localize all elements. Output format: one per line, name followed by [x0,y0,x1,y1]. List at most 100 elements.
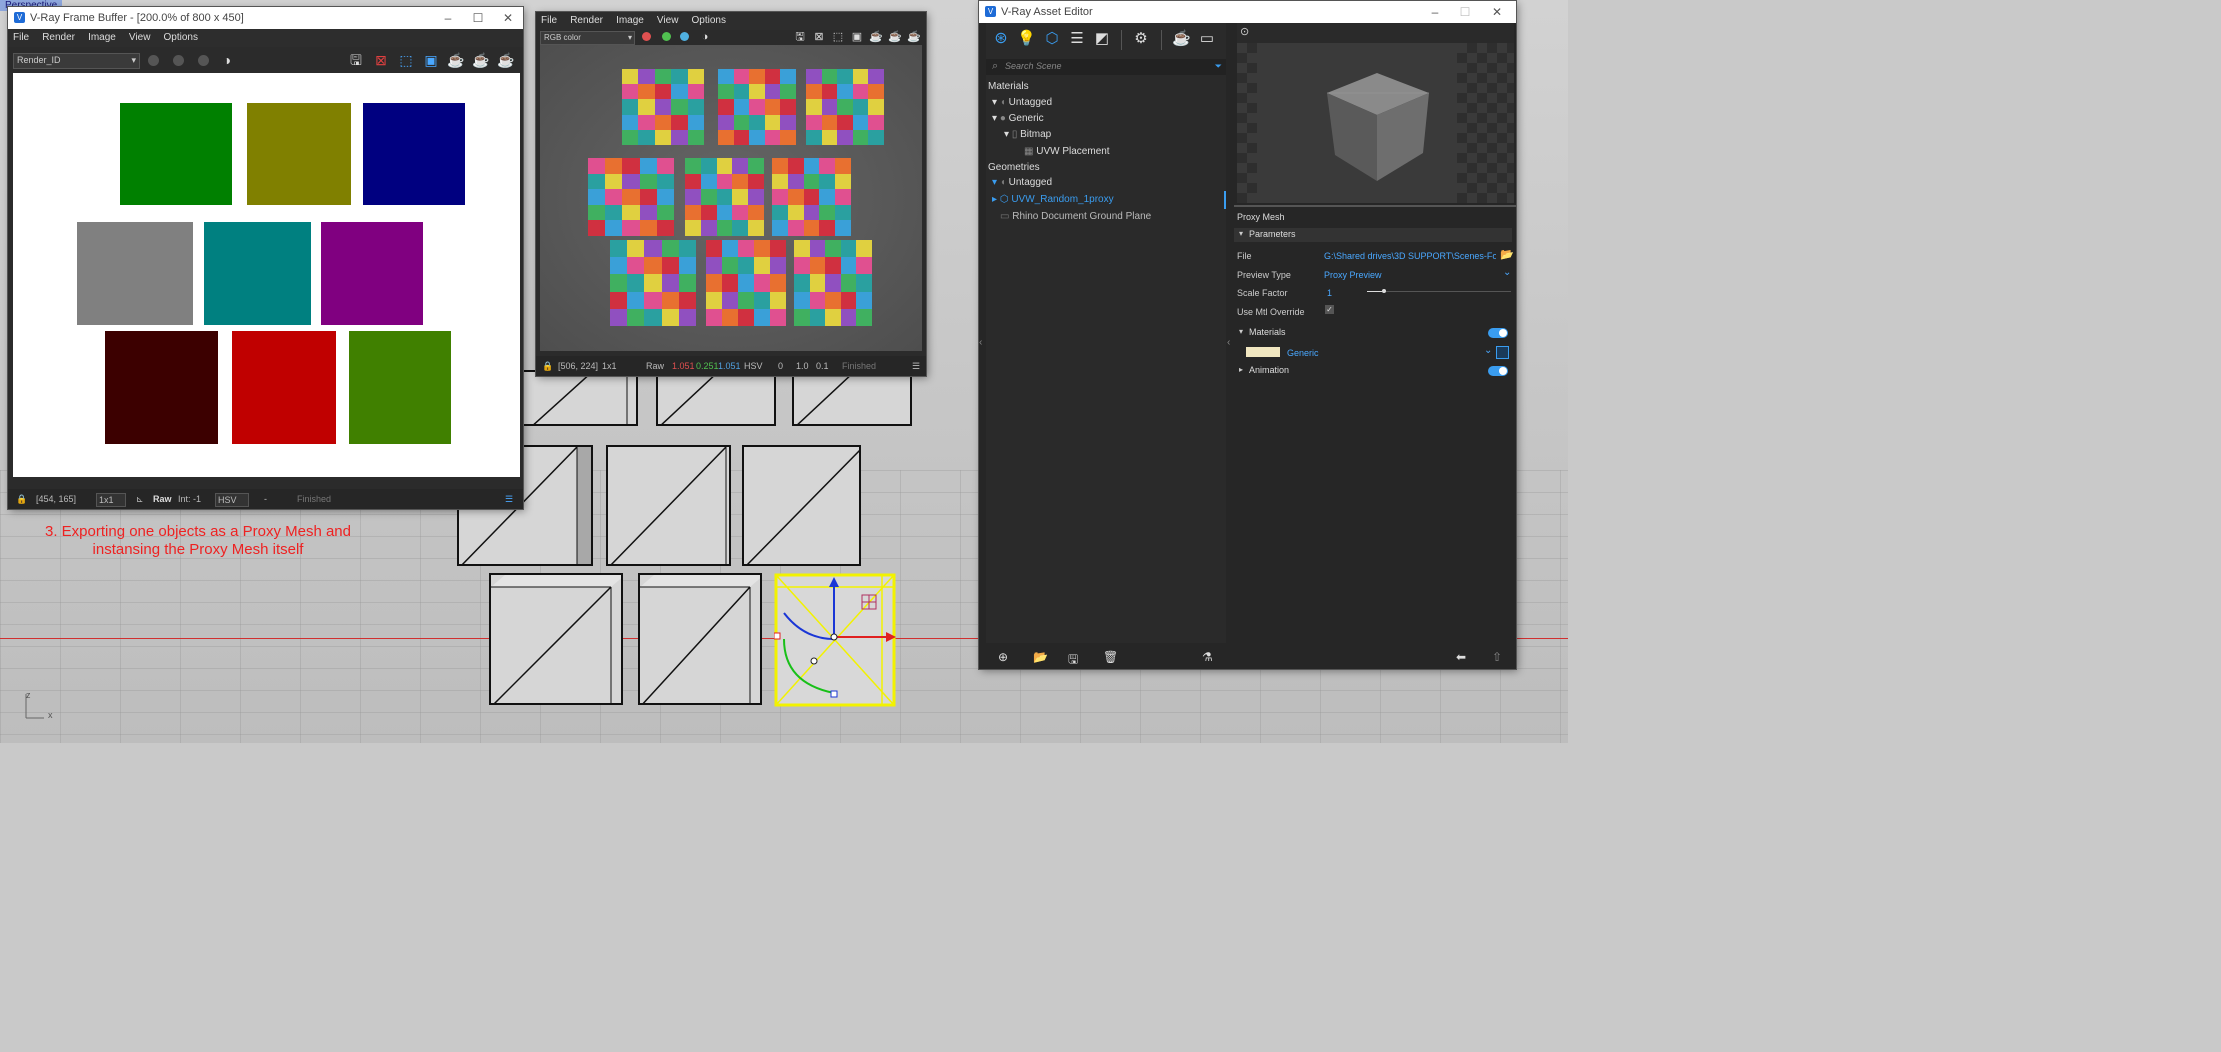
collapse-left-icon[interactable]: ‹ [979,337,986,351]
vfb1-scale-select[interactable]: 1x1 [96,493,126,507]
materials-category-icon[interactable]: ⊛ [992,30,1010,48]
viewport-cube[interactable] [638,573,762,705]
vfb-window-textured[interactable]: File Render Image View Options RGB color… [536,12,926,376]
alpha-channel-icon[interactable]: ◑ [218,51,236,69]
red-channel-icon[interactable] [642,32,651,41]
geometry-category-icon[interactable]: ⬡ [1043,30,1061,48]
material-color-swatch[interactable] [1246,347,1280,357]
tree-item-proxy-selected[interactable]: ▸ ⬡ UVW_Random_1proxy [992,192,1226,208]
search-bar[interactable]: ⌕ Search Scene ⏷ [986,59,1226,75]
vfb1-render-image[interactable] [13,73,520,477]
save-icon[interactable]: 🖫 [791,28,809,46]
caret-down-icon[interactable]: ▾ [992,177,997,188]
save-file-icon[interactable]: 🖫 [1068,650,1078,671]
render-icon[interactable]: ☕ [497,51,515,69]
stop-render-icon[interactable]: ☕ [472,51,490,69]
clean-icon[interactable]: ⚗ [1202,650,1213,664]
lock-icon[interactable]: 🔒 [542,356,553,376]
interactive-render-icon[interactable]: ☕ [447,51,465,69]
maximize-icon[interactable]: ☐ [463,7,493,29]
tree-item-untagged-geometries[interactable]: ▾ ◖ Untagged [992,175,1052,191]
material-slot-icon[interactable] [1496,346,1509,359]
scale-factor-slider[interactable] [1367,291,1511,292]
materials-toggle[interactable] [1488,328,1508,338]
alpha-channel-icon[interactable]: ◑ [696,28,714,46]
open-file-icon[interactable]: 📂 [1033,650,1048,664]
vfb1-menu-options[interactable]: Options [158,29,202,47]
asset-editor-titlebar[interactable]: V V-Ray Asset Editor – ☐ ✕ [979,1,1516,23]
render-icon[interactable]: ☕ [905,28,923,46]
vfb2-menu-image[interactable]: Image [611,12,649,30]
collapse-middle-icon[interactable]: ‹ [1227,337,1234,351]
caret-right-icon[interactable]: ▸ [992,194,997,205]
maximize-icon[interactable]: ☐ [1450,1,1480,23]
caret-down-icon[interactable]: ▾ [1239,229,1243,238]
vfb2-menu-file[interactable]: File [536,12,562,30]
viewport-cube[interactable] [520,370,638,426]
material-item-generic[interactable]: Generic [1287,348,1319,358]
materials-rollout[interactable]: ▾ Materials [1234,326,1512,340]
blue-channel-icon[interactable] [680,32,689,41]
region-icon[interactable]: ⬚ [829,28,847,46]
file-path-field[interactable]: G:\Shared drives\3D SUPPORT\Scenes-Foru.… [1324,251,1496,261]
preview-splitter[interactable] [1234,205,1516,207]
vfb1-channel-select[interactable]: Render_ID ▾ [13,53,140,69]
close-icon[interactable]: ✕ [493,7,523,29]
scale-factor-input[interactable]: 1 [1327,288,1332,298]
track-icon[interactable]: ▣ [422,51,440,69]
tree-item-ground-plane[interactable]: ▭ Rhino Document Ground Plane [1000,209,1151,225]
vfb2-menu-view[interactable]: View [652,12,684,30]
track-icon[interactable]: ▣ [848,28,866,46]
animation-rollout[interactable]: ▸ Animation [1234,364,1512,378]
tree-item-untagged-materials[interactable]: ▾ ◖ Untagged [992,95,1052,111]
viewport-cube[interactable] [656,370,776,426]
vfb1-titlebar[interactable]: V V-Ray Frame Buffer - [200.0% of 800 x … [8,7,523,29]
lock-icon[interactable]: 🔒 [16,489,27,509]
viewport-cube[interactable] [489,573,623,705]
vfb1-colorspace-select[interactable]: HSV [215,493,249,507]
caret-down-icon[interactable]: ▾ [992,97,997,108]
tree-item-bitmap[interactable]: ▾ ▯ Bitmap [1004,127,1051,143]
green-channel-icon[interactable] [662,32,671,41]
blue-channel-icon[interactable] [198,55,209,66]
vfb1-menu-render[interactable]: Render [37,29,80,47]
textures-category-icon[interactable]: ◩ [1093,30,1111,48]
frame-buffer-icon[interactable]: ▭ [1198,30,1216,48]
folder-open-icon[interactable]: 📂 [1500,248,1514,261]
selected-proxy-cube[interactable] [773,573,896,707]
tree-item-uvw-placement[interactable]: ▦ UVW Placement [1024,144,1110,160]
chevron-down-icon[interactable]: ⌄ [1484,345,1492,356]
viewport-cube[interactable] [792,370,912,426]
stop-render-icon[interactable]: ☕ [886,28,904,46]
arrow-up-icon[interactable]: ⇧ [1492,650,1502,664]
chevron-down-icon[interactable]: ⌄ [1503,267,1511,278]
preview-type-select[interactable]: Proxy Preview [1324,270,1382,280]
viewport-cube[interactable] [742,445,861,566]
filter-icon[interactable]: ⏷ [1215,61,1222,72]
red-channel-icon[interactable] [148,55,159,66]
interactive-render-icon[interactable]: ☕ [867,28,885,46]
delete-icon[interactable]: 🗑 [1103,650,1118,664]
vfb1-menu-view[interactable]: View [124,29,156,47]
log-icon[interactable]: ☰ [505,489,513,509]
vfb1-menu-file[interactable]: File [8,29,34,47]
arrow-left-icon[interactable]: ⬅ [1456,650,1466,664]
vfb-window-render-id[interactable]: V V-Ray Frame Buffer - [200.0% of 800 x … [8,7,523,509]
ruler-icon[interactable]: ⊾ [136,489,144,509]
use-mtl-override-checkbox[interactable]: ✓ [1325,305,1334,314]
caret-down-icon[interactable]: ▾ [1239,327,1243,336]
clear-icon[interactable]: ⊠ [810,28,828,46]
green-channel-icon[interactable] [173,55,184,66]
close-icon[interactable]: ✕ [1482,1,1512,23]
parameters-rollout[interactable]: ▾ Parameters [1234,228,1512,242]
settings-gear-icon[interactable]: ⚙ [1132,30,1150,48]
vfb1-menu-image[interactable]: Image [83,29,121,47]
layers-category-icon[interactable]: ☰ [1068,30,1086,48]
preview-options-icon[interactable]: ⊙ [1240,25,1249,38]
caret-down-icon[interactable]: ▾ [1004,129,1009,140]
log-icon[interactable]: ☰ [912,356,920,376]
vfb2-menu-render[interactable]: Render [565,12,608,30]
scale-factor-slider-handle[interactable] [1382,289,1386,293]
vfb2-colorspace-select[interactable]: HSV [744,356,763,376]
vfb2-scale-select[interactable]: 1x1 [602,356,617,376]
